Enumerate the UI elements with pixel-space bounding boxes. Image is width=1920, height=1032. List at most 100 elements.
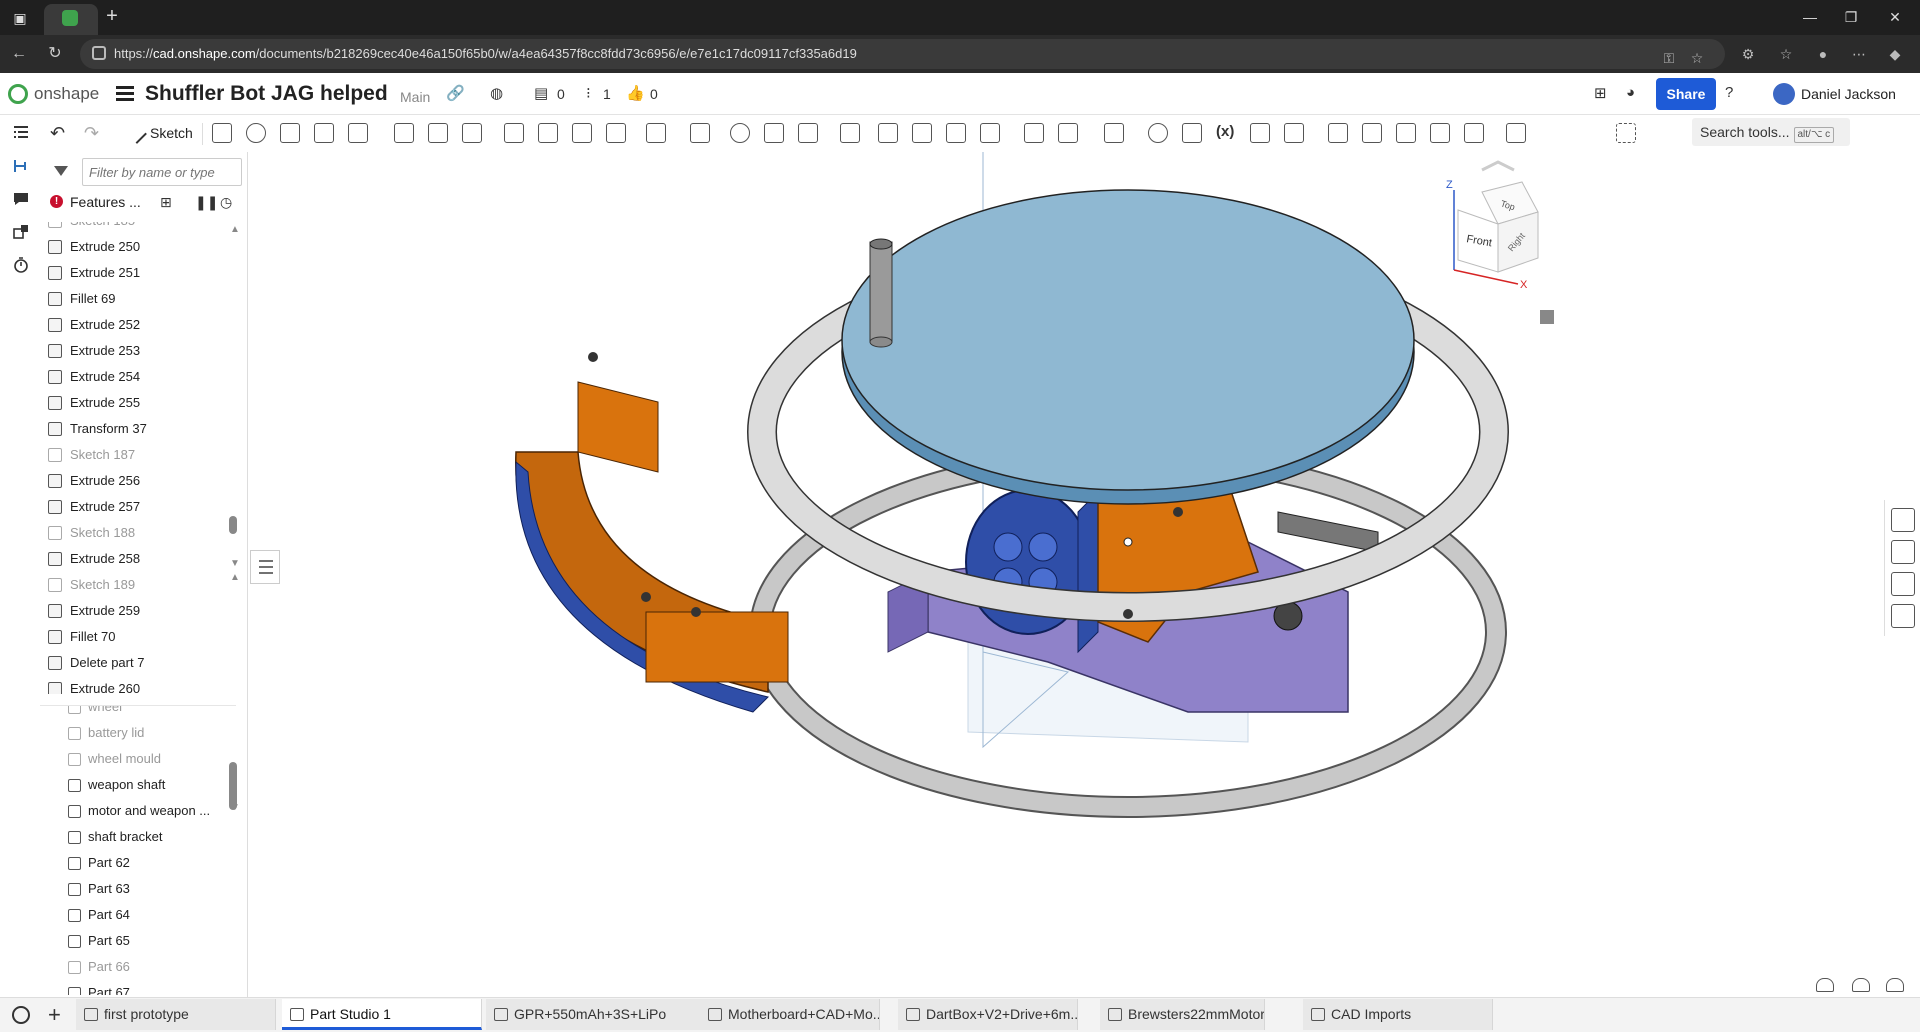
more-menu-icon[interactable]: ⋯ <box>1848 43 1870 65</box>
part-item[interactable]: Part 65 <box>40 928 236 954</box>
feature-item[interactable]: Extrude 257 <box>40 494 236 520</box>
part-item[interactable]: wheel <box>40 706 236 720</box>
document-tab[interactable]: Motherboard+CAD+Mo... <box>700 999 880 1030</box>
tab-tool-icon[interactable] <box>1430 123 1450 143</box>
menu-hamburger-icon[interactable] <box>116 83 134 103</box>
list-toggle-button[interactable] <box>250 550 280 584</box>
hole-icon[interactable] <box>572 123 592 143</box>
feature-item[interactable]: Extrude 256 <box>40 468 236 494</box>
user-name[interactable]: Daniel Jackson <box>1801 86 1896 102</box>
globe-public-icon[interactable]: ◍ <box>490 84 503 102</box>
mate-connector-icon[interactable] <box>1058 123 1078 143</box>
document-tab[interactable]: first prototype <box>76 999 276 1030</box>
view-mode-icon[interactable] <box>1852 978 1870 992</box>
user-avatar[interactable] <box>1773 83 1795 105</box>
feature-item[interactable]: Fillet 69 <box>40 286 236 312</box>
measure-icon[interactable] <box>1148 123 1168 143</box>
help-icon[interactable]: ? <box>1725 84 1733 101</box>
custom-tables-icon[interactable] <box>1891 604 1915 628</box>
appearance-icon[interactable] <box>1891 508 1915 532</box>
feature-filter-input[interactable] <box>82 158 242 186</box>
parts-icon[interactable] <box>12 223 30 241</box>
onshape-logo-icon[interactable] <box>8 84 28 104</box>
named-views-icon[interactable] <box>1891 572 1915 596</box>
document-tab[interactable]: GPR+550mAh+3S+LiPo <box>486 999 706 1030</box>
comments-icon[interactable] <box>12 190 30 208</box>
shell-icon[interactable] <box>538 123 558 143</box>
sweep-icon[interactable] <box>280 123 300 143</box>
feature-item[interactable]: Extrude 252 <box>40 312 236 338</box>
sheet-metal-icon[interactable] <box>1328 123 1348 143</box>
back-icon[interactable]: ← <box>6 43 32 65</box>
part-item[interactable]: shaft bracket <box>40 824 236 850</box>
document-title[interactable]: Shuffler Bot JAG helped <box>145 82 388 106</box>
branches-icon[interactable]: ⁝ <box>586 84 591 102</box>
move-face-icon[interactable] <box>946 123 966 143</box>
tab-search-icon[interactable] <box>12 1006 30 1024</box>
parts-scroll-up-icon[interactable]: ▲ <box>230 572 240 583</box>
derived-icon[interactable] <box>1182 123 1202 143</box>
document-tab[interactable]: Part Studio 1 <box>282 999 482 1030</box>
feature-item[interactable]: Sketch 188 <box>40 520 236 546</box>
part-item[interactable]: weapon shaft <box>40 772 236 798</box>
variable-icon[interactable]: (x) <box>1216 123 1236 143</box>
rib-icon[interactable] <box>504 123 524 143</box>
feature-item[interactable]: Extrude 250 <box>40 234 236 260</box>
flange-icon[interactable] <box>1396 123 1416 143</box>
feature-item[interactable]: Delete part 7 <box>40 650 236 676</box>
part-item[interactable]: Part 62 <box>40 850 236 876</box>
copilot-icon[interactable]: ◆ <box>1884 43 1906 65</box>
scroll-down-icon[interactable]: ▼ <box>230 558 240 569</box>
variables-icon[interactable] <box>12 157 30 175</box>
new-tab-button[interactable]: + <box>100 4 124 28</box>
cylinder-icon[interactable] <box>606 123 626 143</box>
feature-item[interactable]: Transform 37 <box>40 416 236 442</box>
site-info-icon[interactable] <box>92 46 106 60</box>
part-item[interactable]: Part 63 <box>40 876 236 902</box>
rollback-timer-icon[interactable]: ◷ <box>220 194 232 211</box>
link-icon[interactable]: 🔗 <box>446 84 465 102</box>
boolean-icon[interactable] <box>730 123 750 143</box>
plane-icon[interactable] <box>1024 123 1044 143</box>
view-cube[interactable]: Top Front Right Z X <box>1446 160 1539 291</box>
surface-icon[interactable] <box>1506 123 1526 143</box>
feature-item[interactable]: Extrude 259 <box>40 598 236 624</box>
onshape-brand[interactable]: onshape <box>34 84 99 104</box>
rotate-arrow-icon[interactable] <box>1481 160 1515 172</box>
profile-icon[interactable]: ● <box>1812 43 1834 65</box>
filter-icon[interactable] <box>54 166 68 176</box>
feature-item[interactable]: Sketch 187 <box>40 442 236 468</box>
configurations-icon[interactable] <box>1250 123 1270 143</box>
branch-label[interactable]: Main <box>400 89 430 105</box>
replace-face-icon[interactable] <box>980 123 1000 143</box>
feature-item[interactable]: Extrude 251 <box>40 260 236 286</box>
feature-item[interactable]: Extrude 254 <box>40 364 236 390</box>
display-states-icon[interactable] <box>1891 540 1915 564</box>
fillet-icon[interactable] <box>394 123 414 143</box>
feature-item[interactable]: Fillet 70 <box>40 624 236 650</box>
corner-icon[interactable] <box>1464 123 1484 143</box>
password-key-icon[interactable]: ⚿ <box>1658 47 1680 69</box>
versions-icon[interactable]: ▤ <box>534 84 548 102</box>
timer-icon[interactable] <box>12 256 30 274</box>
frame-icon[interactable] <box>1362 123 1382 143</box>
part-item[interactable]: battery lid <box>40 720 236 746</box>
part-item[interactable]: Part 66 <box>40 954 236 980</box>
chamfer-icon[interactable] <box>428 123 448 143</box>
undo-icon[interactable]: ↶ <box>50 123 70 143</box>
draft-icon[interactable] <box>462 123 482 143</box>
feature-scroll-thumb[interactable] <box>229 516 237 534</box>
thicken-icon[interactable] <box>348 123 368 143</box>
feature-item[interactable]: Extrude 260 <box>40 676 236 694</box>
feature-item[interactable]: Sketch 185 <box>40 222 236 234</box>
sketch-button[interactable]: Sketch <box>124 121 199 145</box>
favorite-star-icon[interactable]: ☆ <box>1686 47 1708 69</box>
tag-icon[interactable] <box>1284 123 1304 143</box>
loft-icon[interactable] <box>314 123 334 143</box>
pause-icon[interactable]: ❚❚ <box>195 194 218 211</box>
url-text[interactable]: https://cad.onshape.com/documents/b21826… <box>114 46 857 61</box>
model-render[interactable]: Top Front Right Z X <box>248 152 1888 997</box>
section-view-icon[interactable] <box>1816 978 1834 992</box>
feature-list-icon[interactable] <box>12 124 30 142</box>
apps-grid-icon[interactable]: ⊞ <box>1594 84 1607 102</box>
